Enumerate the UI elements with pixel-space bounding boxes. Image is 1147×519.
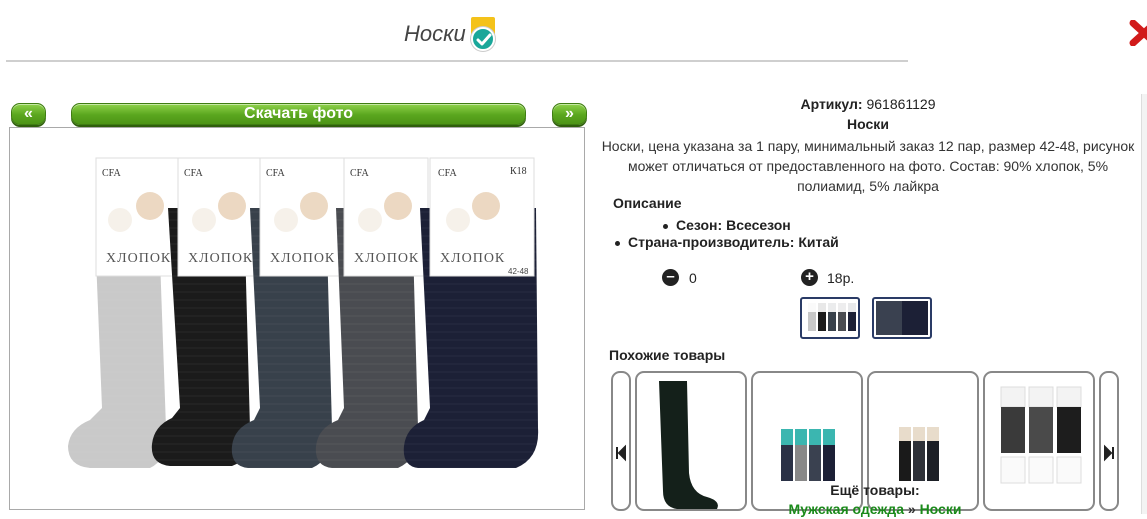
breadcrumb: Мужская одежда » Носки xyxy=(740,501,1010,517)
svg-text:CFA: CFA xyxy=(438,168,457,179)
spec-season: Сезон: Всесезон xyxy=(663,217,791,233)
carousel-next-button[interactable] xyxy=(1099,371,1119,511)
spec-country: Страна-производитель: Китай xyxy=(615,234,839,250)
increase-quantity-icon[interactable]: + xyxy=(801,269,818,286)
photo-thumbnail-1[interactable] xyxy=(800,297,860,339)
breadcrumb-separator: » xyxy=(907,501,916,517)
svg-text:ХЛОПОК: ХЛОПОК xyxy=(188,251,253,266)
page-title: Носки xyxy=(404,21,466,46)
svg-text:42-48: 42-48 xyxy=(508,267,529,276)
verified-badge-icon xyxy=(470,17,496,51)
more-products-label: Ещё товары: xyxy=(830,482,920,498)
svg-text:ХЛОПОК: ХЛОПОК xyxy=(440,251,505,266)
next-photo-button[interactable]: » xyxy=(552,103,587,125)
close-icon[interactable] xyxy=(1129,20,1147,46)
article-value: 961861129 xyxy=(866,96,936,112)
similar-products-heading: Похожие товары xyxy=(609,347,726,363)
product-description: Носки, цена указана за 1 пару, минимальн… xyxy=(601,138,1135,194)
product-photo[interactable]: CFA CFA CFA CFA CFA К18 ХЛОПОК ХЛОПОК ХЛ… xyxy=(9,127,585,510)
specs-heading: Описание xyxy=(613,195,682,211)
brand-label: CFA xyxy=(102,168,121,179)
svg-text:CFA: CFA xyxy=(350,168,369,179)
article-label: Артикул: xyxy=(800,96,863,112)
similar-product-4[interactable] xyxy=(983,371,1095,511)
photo-thumbnail-2[interactable] xyxy=(872,297,932,339)
breadcrumb-mens-clothing[interactable]: Мужская одежда xyxy=(789,501,904,517)
svg-text:CFA: CFA xyxy=(184,168,203,179)
svg-text:ХЛОПОК: ХЛОПОК xyxy=(354,251,419,266)
page-header: Носки xyxy=(404,16,496,52)
price-value: 18р. xyxy=(827,270,855,286)
svg-text:ХЛОПОК: ХЛОПОК xyxy=(106,251,171,266)
quantity-value: 0 xyxy=(689,270,697,286)
scrollbar[interactable] xyxy=(1141,94,1147,514)
carousel-prev-button[interactable] xyxy=(611,371,631,511)
previous-photo-button[interactable]: « xyxy=(11,103,46,125)
svg-text:ХЛОПОК: ХЛОПОК xyxy=(270,251,335,266)
similar-product-1[interactable] xyxy=(635,371,747,511)
download-photo-button[interactable]: Скачать фото xyxy=(71,103,526,125)
header-divider xyxy=(6,60,908,62)
svg-text:К18: К18 xyxy=(510,166,527,177)
breadcrumb-socks[interactable]: Носки xyxy=(920,501,962,517)
decrease-quantity-icon[interactable]: – xyxy=(662,269,679,286)
article-line: Артикул: 961861129 xyxy=(598,96,1138,112)
svg-text:CFA: CFA xyxy=(266,168,285,179)
product-name: Носки xyxy=(847,116,889,132)
